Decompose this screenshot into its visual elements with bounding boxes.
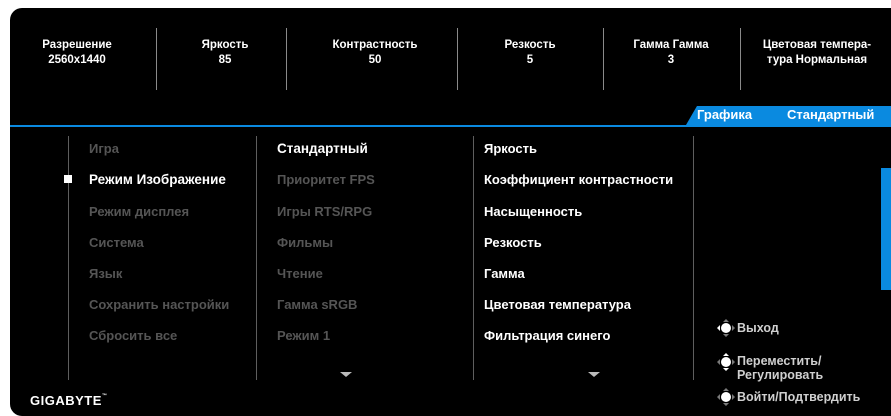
gigabyte-logo: GIGABYTE™ — [30, 393, 107, 408]
selection-marker — [64, 175, 72, 183]
stat-brightness-value: 85 — [218, 54, 232, 66]
stat-contrast-label: Контрастность — [332, 39, 418, 51]
stat-color-temperature-value: тура Нормальная — [766, 54, 868, 66]
stat-gamma-label: Гамма Гамма — [633, 39, 709, 51]
menu-item-language[interactable]: Язык — [89, 266, 122, 282]
setting-item-saturation[interactable]: Насыщенность — [484, 204, 582, 220]
hint-exit-label: Выход — [737, 321, 779, 335]
stat-resolution-label: Разрешение — [42, 39, 112, 51]
brand-name: GIGABYTE — [30, 393, 102, 408]
stat-resolution-value: 2560x1440 — [48, 54, 106, 66]
mode-item-rts-rpg[interactable]: Игры RTS/RPG — [277, 204, 372, 220]
stat-sharpness-value: 5 — [526, 54, 534, 66]
setting-item-brightness[interactable]: Яркость — [484, 141, 537, 157]
stat-color-temperature: Цветовая темпера- тура Нормальная — [743, 38, 891, 68]
mode-item-standard[interactable]: Стандартный — [277, 141, 368, 157]
mode-item-movie[interactable]: Фильмы — [277, 235, 333, 251]
column-divider — [256, 136, 257, 380]
tab-standard[interactable]: Стандартный — [787, 105, 874, 125]
joystick-move-icon — [717, 353, 735, 371]
stat-gamma-value: 3 — [667, 54, 675, 66]
hint-enter-label: Войти/Подтвердить — [737, 390, 861, 404]
stat-color-temperature-label: Цветовая темпера- — [762, 39, 872, 51]
mode-item-srgb[interactable]: Гамма sRGB — [277, 297, 357, 313]
hint-move-label-line1: Переместить/ — [737, 354, 822, 368]
column-divider — [693, 136, 694, 380]
brand-tm: ™ — [101, 393, 108, 399]
menu-item-game[interactable]: Игра — [89, 141, 119, 157]
stat-resolution: Разрешение 2560x1440 — [23, 38, 131, 68]
stat-brightness-label: Яркость — [201, 39, 249, 51]
stat-divider — [286, 28, 287, 90]
mode-item-mode1[interactable]: Режим 1 — [277, 328, 330, 344]
setting-item-contrast-ratio[interactable]: Коэффициент контрастности — [484, 172, 673, 188]
stat-gamma: Гамма Гамма 3 — [604, 38, 738, 68]
menu-item-picture-mode[interactable]: Режим Изображение — [89, 172, 226, 188]
menu-item-system[interactable]: Система — [89, 235, 144, 251]
column-divider — [68, 136, 69, 380]
scroll-down-arrow[interactable] — [340, 372, 352, 377]
mode-item-reader[interactable]: Чтение — [277, 266, 323, 282]
stat-contrast: Контрастность 50 — [293, 38, 457, 68]
menu-item-display-mode[interactable]: Режим дисплея — [89, 204, 189, 220]
joystick-exit-icon — [717, 319, 735, 337]
scrollbar[interactable] — [881, 168, 891, 290]
joystick-enter-icon — [717, 388, 735, 406]
tab-graphics[interactable]: Графика — [697, 105, 752, 125]
stat-sharpness-label: Резкость — [504, 39, 556, 51]
mode-item-fps[interactable]: Приоритет FPS — [277, 172, 375, 188]
osd-panel: Разрешение 2560x1440 Яркость 85 Контраст… — [10, 8, 891, 416]
tab-underline — [10, 125, 891, 127]
hint-move-label-line2: Регулировать — [737, 368, 824, 382]
menu-item-reset-all[interactable]: Сбросить все — [89, 328, 177, 344]
setting-item-blue-light[interactable]: Фильтрация синего — [484, 328, 610, 344]
column-divider — [473, 136, 474, 380]
stat-brightness: Яркость 85 — [165, 38, 285, 68]
setting-item-sharpness[interactable]: Резкость — [484, 235, 542, 251]
stat-sharpness: Резкость 5 — [458, 38, 602, 68]
menu-item-save-settings[interactable]: Сохранить настройки — [89, 297, 229, 313]
stat-contrast-value: 50 — [368, 54, 382, 66]
setting-item-color-temperature[interactable]: Цветовая температура — [484, 297, 631, 313]
scroll-down-arrow[interactable] — [588, 372, 600, 377]
stat-divider — [156, 28, 157, 90]
stat-divider — [740, 28, 741, 90]
setting-item-gamma[interactable]: Гамма — [484, 266, 525, 282]
